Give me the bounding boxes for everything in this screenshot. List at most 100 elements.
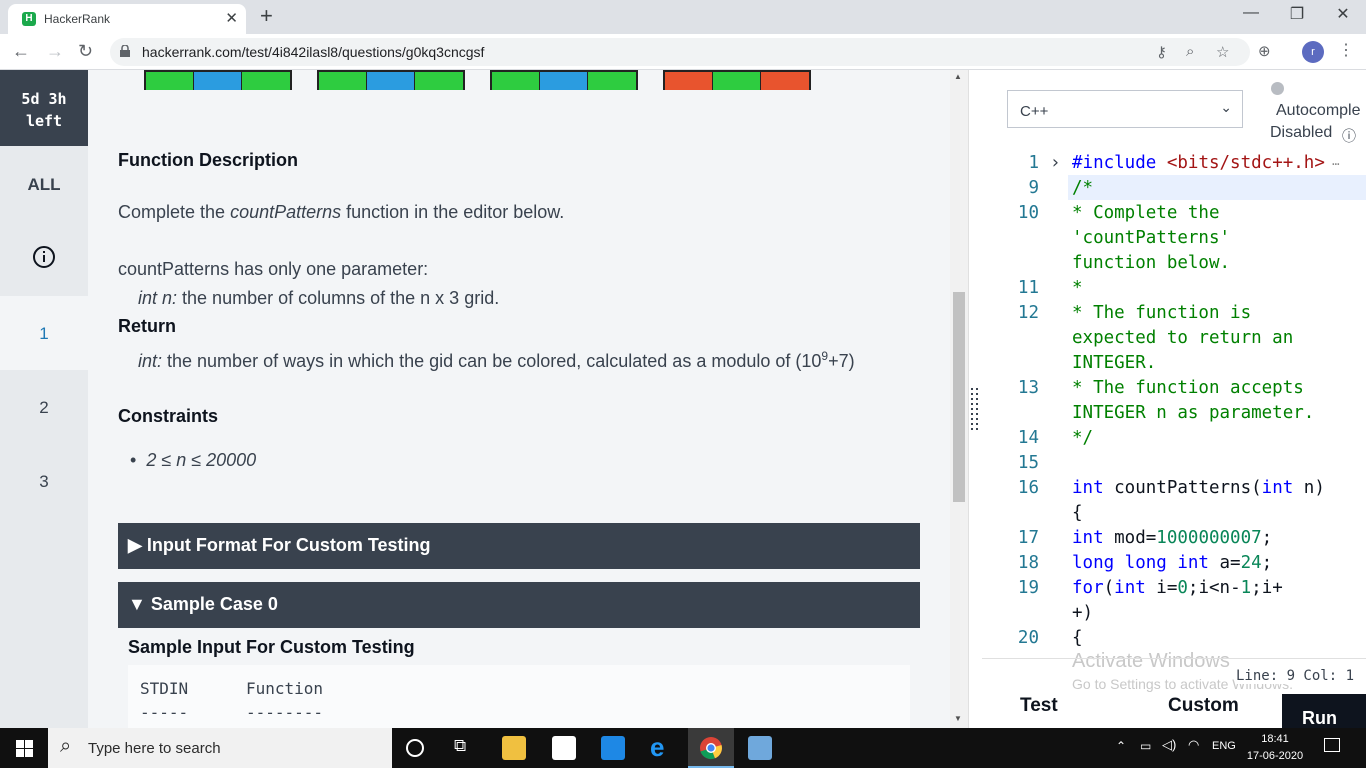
omnibox[interactable]: hackerrank.com/test/4i842ilasl8/question… <box>110 38 1250 66</box>
battery-icon[interactable]: ▭ <box>1140 739 1151 753</box>
stdin-separator: ----- <box>140 703 189 722</box>
clock-time: 18:41 <box>1261 733 1289 745</box>
autocomplete-toggle[interactable] <box>1271 82 1284 95</box>
code-line: int countPatterns(int n) <box>1072 478 1325 498</box>
code-line: long long int a=24; <box>1072 553 1273 573</box>
url-text: hackerrank.com/test/4i842ilasl8/question… <box>142 44 485 60</box>
system-clock[interactable]: 18:41 17-06-2020 <box>1246 731 1304 765</box>
param-intro: countPatterns has only one parameter: <box>118 259 429 279</box>
cortana-icon[interactable] <box>406 739 424 757</box>
search-placeholder: Type here to search <box>88 740 221 757</box>
code-editor-panel: C++ ⌄ Autocomple Disabled ⓘ 1 › #include … <box>982 70 1366 729</box>
panel-splitter[interactable] <box>968 70 982 728</box>
minimize-icon[interactable]: — <box>1228 4 1274 22</box>
grid-pattern <box>490 70 638 90</box>
sample-case-toggle[interactable]: ▼ Sample Case 0 <box>118 582 920 628</box>
info-icon[interactable]: ⓘ <box>1342 126 1356 146</box>
problem-statement-panel: Function Description Complete the countP… <box>88 70 968 728</box>
bookmark-star-icon[interactable]: ☆ <box>1216 43 1229 61</box>
function-separator: -------- <box>246 703 324 722</box>
browser-tab-strip: H HackerRank ✕ + — ❐ ✕ <box>0 0 1366 34</box>
browser-menu-icon[interactable]: ⋮ <box>1338 40 1354 60</box>
app-icon[interactable] <box>748 736 772 760</box>
volume-icon[interactable]: ◁) <box>1162 737 1176 753</box>
browser-tab[interactable]: H HackerRank ✕ <box>8 4 246 34</box>
run-button[interactable]: Run <box>1282 694 1366 729</box>
sidebar-item-all[interactable]: ALL <box>0 146 88 220</box>
language-indicator[interactable]: ENG <box>1212 740 1236 752</box>
profile-avatar[interactable]: r <box>1302 41 1324 63</box>
sidebar-item-question-1[interactable]: 1 <box>0 296 88 370</box>
code-line-wrap: { <box>1072 503 1083 523</box>
extension-icon[interactable]: ⊕ <box>1258 42 1271 60</box>
edge-icon[interactable]: e <box>650 732 664 763</box>
sidebar-item-question-3[interactable]: 3 <box>0 444 88 518</box>
language-select[interactable]: C++ ⌄ <box>1007 90 1243 128</box>
code-line-wrap: INTEGER n as parameter. <box>1072 403 1315 423</box>
store-icon[interactable] <box>552 736 576 760</box>
clock-date: 17-06-2020 <box>1246 750 1304 762</box>
line-number: 16 <box>1017 478 1039 498</box>
constraint-item: • 2 ≤ n ≤ 20000 <box>130 450 257 470</box>
address-bar-row: ← → ↻ hackerrank.com/test/4i842ilasl8/qu… <box>0 34 1366 70</box>
fold-arrow-icon[interactable]: › <box>1050 153 1061 173</box>
wifi-icon[interactable]: ◠ <box>1188 737 1199 753</box>
scroll-down-icon[interactable]: ▼ <box>954 714 962 723</box>
line-number: 20 <box>1017 628 1039 648</box>
code-line: * <box>1072 278 1083 298</box>
code-line: #include <bits/stdc++.h> ⋯ <box>1072 153 1340 173</box>
code-line: int mod=1000000007; <box>1072 528 1273 548</box>
line-number: 18 <box>1017 553 1039 573</box>
code-editor[interactable]: 1 › #include <bits/stdc++.h> ⋯ 9 /* 10 *… <box>982 150 1366 658</box>
line-number: 9 <box>1028 178 1039 198</box>
zoom-icon[interactable]: ⌕ <box>1186 43 1194 60</box>
file-explorer-icon[interactable] <box>502 736 526 760</box>
code-line: * The function accepts <box>1072 378 1304 398</box>
taskbar-search-box[interactable]: ⌕ Type here to search <box>48 728 392 768</box>
scroll-up-icon[interactable]: ▲ <box>954 72 962 81</box>
code-line-wrap: +) <box>1072 603 1094 623</box>
tray-chevron-icon[interactable]: ⌃ <box>1116 739 1126 753</box>
drag-handle-icon[interactable] <box>971 388 979 436</box>
language-value: C++ <box>1020 103 1049 120</box>
new-tab-icon[interactable]: + <box>260 3 273 29</box>
custom-input-tab[interactable]: Custom <box>1168 695 1239 717</box>
function-column: Function <box>246 679 324 698</box>
chrome-icon <box>700 737 722 760</box>
constraints-heading: Constraints <box>118 406 219 426</box>
code-line: * Complete the <box>1072 203 1220 223</box>
windows-start-icon[interactable] <box>16 740 33 757</box>
sidebar-item-info[interactable] <box>0 220 88 294</box>
grid-pattern <box>144 70 292 90</box>
sample-input-heading: Sample Input For Custom Testing <box>128 637 415 657</box>
forward-icon[interactable]: → <box>46 41 64 62</box>
notifications-icon[interactable] <box>1324 738 1340 752</box>
code-line-wrap: function below. <box>1072 253 1231 273</box>
line-number: 11 <box>1017 278 1039 298</box>
scrollbar-thumb[interactable] <box>953 292 965 502</box>
code-line: * The function is <box>1072 303 1252 323</box>
tab-title: HackerRank <box>44 12 111 26</box>
code-line-wrap: INTEGER. <box>1072 353 1157 373</box>
run-label: Run <box>1302 708 1337 728</box>
text: the number of ways in which the gid can … <box>162 351 822 371</box>
task-view-icon[interactable]: ⧉ <box>454 736 466 756</box>
editor-footer: Test Custom Run <box>982 658 1366 729</box>
close-window-icon[interactable]: ✕ <box>1320 4 1366 24</box>
search-icon: ⌕ <box>60 735 72 757</box>
key-icon[interactable]: ⚷ <box>1156 43 1167 61</box>
code-line-wrap: expected to return an <box>1072 328 1294 348</box>
mail-icon[interactable] <box>601 736 625 760</box>
restore-icon[interactable]: ❐ <box>1274 4 1320 24</box>
sidebar-item-question-2[interactable]: 2 <box>0 370 88 444</box>
input-format-toggle[interactable]: ▶ Input Format For Custom Testing <box>118 523 920 569</box>
code-line-wrap: 'countPatterns' <box>1072 228 1231 248</box>
chrome-taskbar-active[interactable] <box>688 728 734 768</box>
grid-pattern <box>663 70 811 90</box>
close-tab-icon[interactable]: ✕ <box>225 9 238 27</box>
test-results-tab[interactable]: Test <box>1020 695 1058 717</box>
back-icon[interactable]: ← <box>12 41 30 62</box>
line-number: 10 <box>1017 203 1039 223</box>
grid-pattern <box>317 70 465 90</box>
reload-icon[interactable]: ↻ <box>78 41 93 62</box>
